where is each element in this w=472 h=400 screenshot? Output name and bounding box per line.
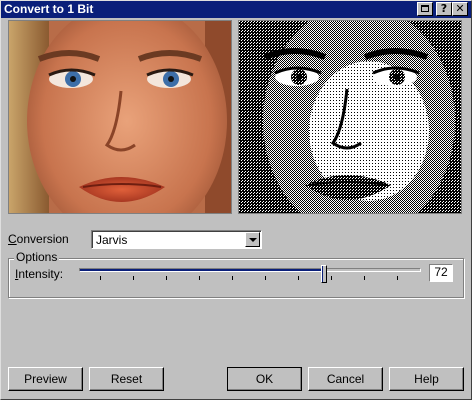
dropdown-button[interactable] (245, 232, 260, 247)
convert-dialog: Convert to 1 Bit ? ✕ Conversion Jarvis O… (0, 0, 472, 400)
dithered-preview-image (238, 20, 462, 214)
preview-button[interactable]: Preview (8, 367, 83, 391)
chevron-down-icon (249, 238, 257, 242)
slider-tick (331, 276, 332, 280)
title-bar[interactable]: Convert to 1 Bit ? ✕ (1, 1, 471, 18)
help-button[interactable]: Help (389, 367, 464, 391)
slider-tick (397, 276, 398, 280)
options-group (8, 258, 464, 298)
slider-tick (298, 276, 299, 280)
slider-tick (265, 276, 266, 280)
ok-button[interactable]: OK (227, 367, 302, 391)
original-preview-image (8, 20, 232, 214)
maximize-button[interactable] (417, 2, 433, 16)
intensity-value-field[interactable]: 72 (429, 264, 453, 282)
conversion-label: Conversion (8, 232, 69, 246)
conversion-selected-value: Jarvis (96, 233, 128, 247)
slider-tick (199, 276, 200, 280)
intensity-slider-thumb[interactable] (320, 265, 327, 283)
slider-tick (364, 276, 365, 280)
maximize-icon (421, 5, 429, 12)
dialog-title: Convert to 1 Bit (4, 2, 94, 16)
slider-tick (166, 276, 167, 280)
slider-tick (232, 276, 233, 280)
reset-button[interactable]: Reset (89, 367, 164, 391)
intensity-slider-track[interactable] (79, 268, 421, 272)
conversion-dropdown[interactable]: Jarvis (91, 230, 262, 249)
slider-tick (100, 276, 101, 280)
options-group-title: Options (14, 250, 60, 264)
intensity-slider-fill (80, 269, 325, 271)
cancel-button[interactable]: Cancel (308, 367, 383, 391)
slider-tick (133, 276, 134, 280)
intensity-label: Intensity: (15, 267, 64, 281)
close-button[interactable]: ✕ (452, 2, 468, 16)
help-title-button[interactable]: ? (436, 2, 452, 16)
